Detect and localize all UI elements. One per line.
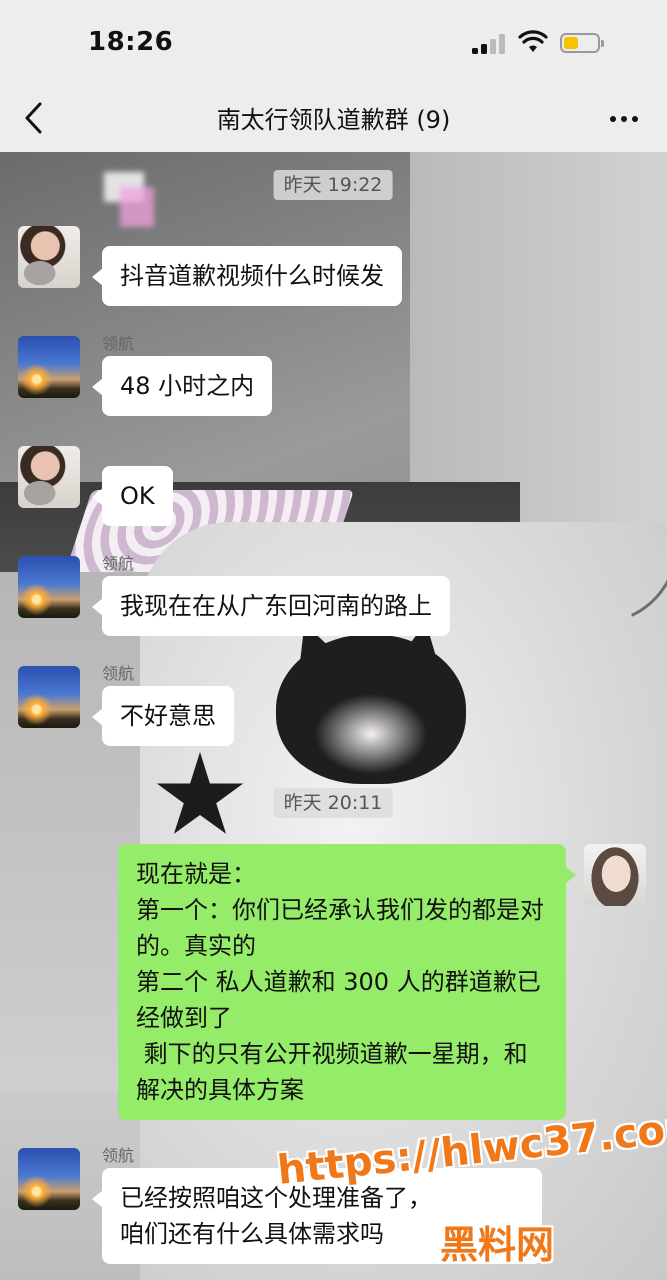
avatar[interactable] <box>18 666 80 728</box>
more-options-button[interactable] <box>604 104 644 132</box>
message-bubble[interactable]: OK <box>92 466 173 526</box>
sender-name: 领航 <box>102 664 135 683</box>
sender-name: 领航 <box>102 554 135 573</box>
status-time: 18:26 <box>88 27 174 57</box>
timestamp: 昨天 20:11 <box>273 788 393 818</box>
sender-name: 领航 <box>102 334 135 353</box>
avatar[interactable] <box>18 556 80 618</box>
top-bar: 18:26 南太行领队道歉群 (9) <box>0 0 667 152</box>
wifi-icon <box>518 30 548 52</box>
avatar[interactable] <box>18 446 80 508</box>
message-bubble[interactable]: 48 小时之内 <box>91 356 273 416</box>
chat-title: 南太行领队道歉群 (9) <box>216 106 451 134</box>
avatar-self[interactable] <box>584 844 646 906</box>
message-bubble[interactable]: 我现在在从广东回河南的路上 <box>92 576 450 636</box>
message-bubble[interactable]: 已经按照咱这个处理准备了， 咱们还有什么具体需求吗 <box>92 1168 542 1264</box>
avatar[interactable] <box>18 336 80 398</box>
cat-image <box>276 634 466 784</box>
cellular-signal-icon <box>472 34 506 54</box>
message-bubble-outgoing[interactable]: 现在就是： 第一个：你们已经承认我们发的都是对的。真实的 第二个 私人道歉和 3… <box>118 844 576 1120</box>
message-bubble[interactable]: 不好意思 <box>92 686 234 746</box>
timestamp: 昨天 19:22 <box>273 170 393 200</box>
avatar[interactable] <box>18 226 80 288</box>
back-button[interactable] <box>20 100 50 136</box>
avatar[interactable] <box>18 1148 80 1210</box>
battery-icon <box>560 33 604 53</box>
sender-name: 领航 <box>102 1146 135 1165</box>
message-bubble[interactable]: 抖音道歉视频什么时候发 <box>92 246 402 306</box>
chat-area[interactable]: 昨天 19:22 抖音道歉视频什么时候发 领航 48 小时之内 OK 领航 我现… <box>0 152 667 1280</box>
